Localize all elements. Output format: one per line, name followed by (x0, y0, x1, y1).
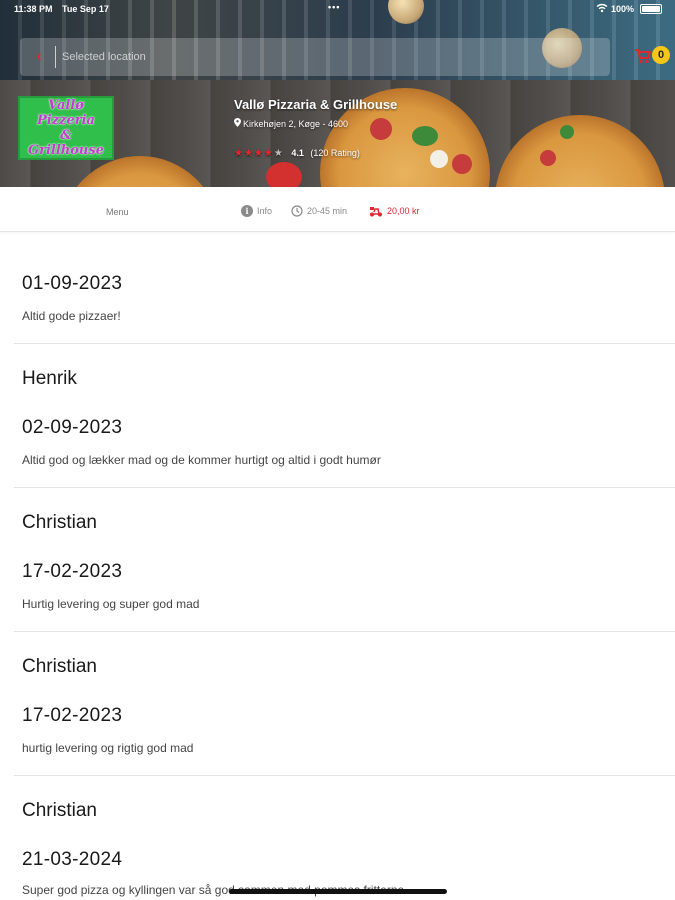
restaurant-name: Vallø Pizzaria & Grillhouse (234, 97, 398, 112)
delivery-fee-text: 20,00 kr (387, 206, 420, 216)
rating-star-empty-icon: ★ (273, 148, 283, 159)
scooter-icon (370, 207, 382, 217)
info-bar: Menu i Info 20-45 min 20,00 kr (0, 187, 675, 232)
review-text: hurtig levering og rigtig god mad (22, 741, 194, 755)
topping (266, 162, 302, 187)
review-item: Christian 17-02-2023 hurtig levering og … (14, 632, 675, 776)
info-button[interactable]: i Info (241, 205, 272, 217)
topping (540, 150, 556, 166)
divider (55, 46, 56, 68)
chevron-left-icon[interactable]: ‹ (30, 47, 48, 67)
review-text: Altid god og lækker mad og de kommer hur… (22, 453, 381, 467)
review-text: Altid gode pizzaer! (22, 309, 121, 323)
review-date: 17-02-2023 (22, 705, 123, 726)
info-icon: i (241, 205, 253, 217)
review-item: Henrik 02-09-2023 Altid god og lækker ma… (14, 344, 675, 488)
delivery-time: 20-45 min (291, 205, 347, 217)
home-indicator[interactable] (229, 889, 447, 894)
cart-count-badge: 0 (652, 46, 670, 64)
multitask-dots-icon: ••• (328, 2, 341, 12)
location-input[interactable] (62, 47, 362, 67)
status-time: 11:38 PM (14, 4, 53, 14)
logo-line: Grillhouse (28, 143, 104, 158)
topping (370, 118, 392, 140)
delivery-time-text: 20-45 min (307, 206, 348, 216)
restaurant-logo: Vallø Pizzeria & Grillhouse (18, 96, 114, 160)
cart-icon (635, 49, 651, 64)
location-pin-icon (234, 118, 241, 127)
logo-line: Vallø Pizzeria (37, 98, 95, 128)
restaurant-header: 11:38 PM Tue Sep 17 ••• 100% ‹ 0 Vallø P… (0, 0, 675, 187)
status-bar: 11:38 PM Tue Sep 17 ••• 100% (0, 0, 675, 18)
status-date: Tue Sep 17 (62, 4, 109, 14)
review-date: 02-09-2023 (22, 417, 123, 438)
logo-line: & (60, 128, 72, 143)
clock-icon (291, 205, 303, 217)
topping (430, 150, 448, 168)
review-item: Christian 17-02-2023 Hurtig levering og … (14, 488, 675, 632)
battery-percent: 100% (611, 4, 635, 14)
review-author: Christian (22, 800, 97, 821)
delivery-fee: 20,00 kr (369, 205, 420, 217)
review-author: Christian (22, 512, 97, 533)
wifi-icon (596, 3, 608, 13)
restaurant-address: Kirkehøjen 2, Køge - 4600 (234, 118, 348, 129)
battery-icon (640, 4, 662, 14)
rating-stars-icon: ★★★★ (234, 148, 274, 159)
review-date: 01-09-2023 (22, 273, 123, 294)
topping (452, 154, 472, 174)
review-date: 17-02-2023 (22, 561, 123, 582)
review-author: Henrik (22, 368, 77, 389)
location-search-bar[interactable]: ‹ (20, 38, 610, 76)
info-label: Info (257, 206, 273, 216)
review-text: Hurtig levering og super god mad (22, 597, 200, 611)
rating-score: 4.1 (291, 148, 304, 158)
review-date: 21-03-2024 (22, 849, 123, 870)
cart-button[interactable]: 0 (634, 46, 670, 66)
review-author: Christian (22, 656, 97, 677)
topping (412, 126, 438, 146)
rating-count: (120 Rating) (310, 148, 360, 158)
address-text: Kirkehøjen 2, Køge - 4600 (243, 119, 349, 129)
review-item: Christian 21-03-2024 Super god pizza og … (14, 776, 675, 900)
review-item: 01-09-2023 Altid gode pizzaer! (14, 233, 675, 344)
restaurant-rating[interactable]: ★★★★★ 4.1 (120 Rating) (234, 148, 360, 159)
tab-menu[interactable]: Menu (106, 207, 129, 217)
topping (560, 125, 574, 139)
